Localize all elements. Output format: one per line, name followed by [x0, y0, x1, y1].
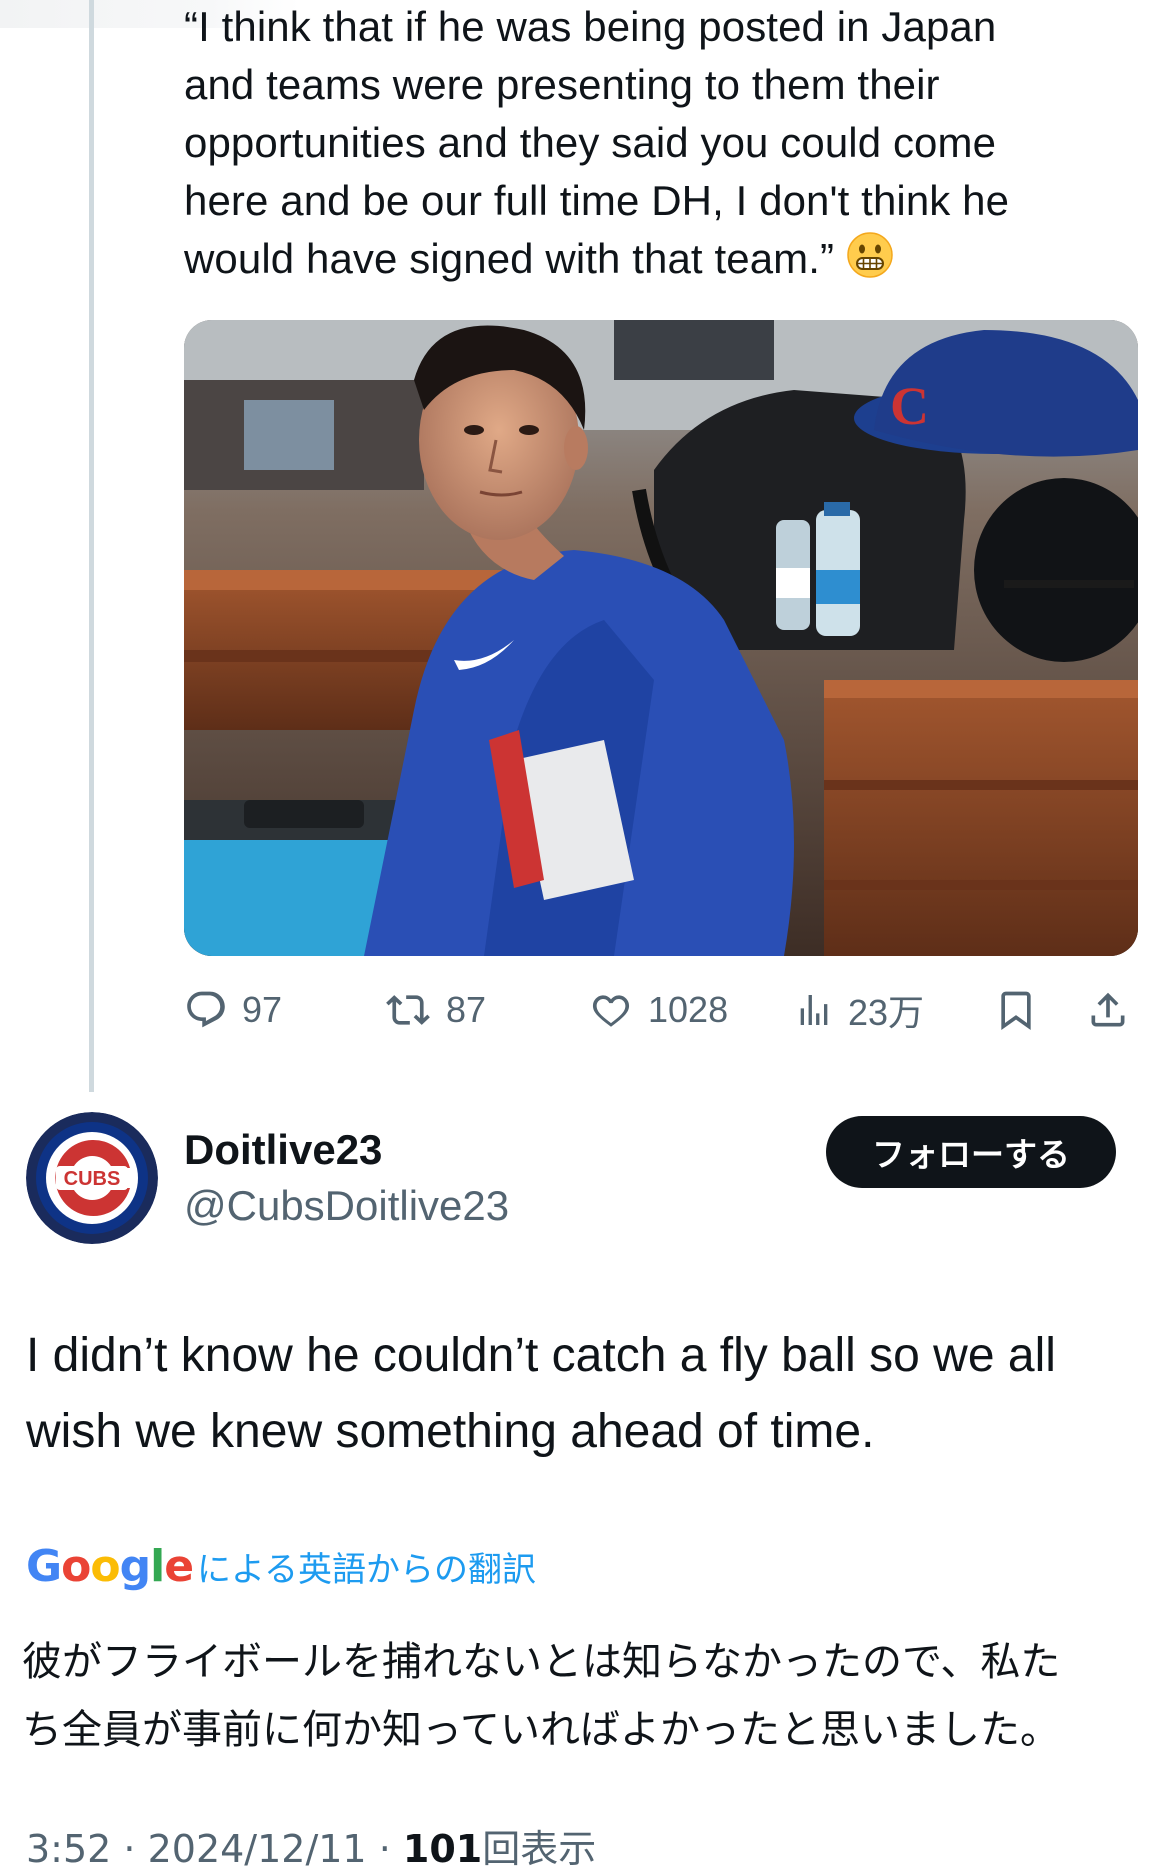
cubs-player-dugout-photo: C — [184, 320, 1138, 956]
tweet-time: 3:52 — [26, 1827, 112, 1871]
views-label: 回表示 — [482, 1827, 597, 1871]
quote-line: opportunities and they said you could co… — [184, 119, 997, 166]
cubs-logo-icon: CUBS — [26, 1112, 158, 1244]
analytics-bars-icon — [800, 995, 828, 1025]
thread-connector-line — [89, 0, 94, 1092]
tweet-action-bar: 97 87 1028 23万 — [184, 980, 1144, 1040]
quote-line: here and be our full time DH, I don't th… — [184, 177, 1010, 224]
avatar-logo-text: CUBS — [64, 1168, 121, 1190]
translation-attribution[interactable]: Google による英語からの翻訳 — [26, 1536, 536, 1596]
reply-button[interactable]: 97 — [184, 980, 282, 1040]
body-line: wish we knew something ahead of time. — [26, 1405, 875, 1458]
user-handle[interactable]: @CubsDoitlive23 — [184, 1182, 509, 1230]
bookmark-icon — [1001, 991, 1031, 1031]
views-total: 101 — [402, 1827, 483, 1871]
tweet-photo[interactable]: C — [184, 320, 1138, 956]
retweet-button[interactable]: 87 — [384, 980, 486, 1040]
tweet-date: 2024/12/11 — [147, 1827, 367, 1871]
body-line: I didn’t know he couldn’t catch a fly ba… — [26, 1329, 1056, 1382]
translated-line: 彼がフライボールを捕れないとは知らなかったので、私た — [22, 1639, 1061, 1685]
translated-line: ち全員が事前に何か知っていればよかったと思いました。 — [22, 1707, 1060, 1753]
share-button[interactable] — [1086, 980, 1144, 1040]
like-button[interactable]: 1028 — [588, 980, 728, 1040]
google-logo: Google — [26, 1540, 194, 1592]
like-count: 1028 — [648, 989, 729, 1030]
views-button[interactable]: 23万 — [794, 980, 924, 1040]
reply-count: 97 — [242, 989, 283, 1030]
grimacing-face-emoji-icon — [846, 231, 894, 294]
translated-text: 彼がフライボールを捕れないとは知らなかったので、私た ち全員が事前に何か知ってい… — [22, 1628, 1152, 1764]
translation-label: による英語からの翻訳 — [197, 1549, 537, 1590]
bookmark-button[interactable] — [994, 980, 1052, 1040]
reply-tweet-text: I didn’t know he couldn’t catch a fly ba… — [26, 1318, 1156, 1470]
quote-line: and teams were presenting to them their — [184, 61, 940, 108]
retweet-icon — [386, 995, 430, 1025]
share-upload-icon — [1091, 992, 1125, 1027]
follow-button[interactable]: フォローする — [826, 1116, 1116, 1188]
quote-line: “I think that if he was being posted in … — [184, 3, 997, 50]
views-count: 23万 — [848, 992, 925, 1033]
display-name[interactable]: Doitlive23 — [184, 1126, 382, 1174]
reply-icon — [187, 991, 225, 1028]
tweet-timestamp-row[interactable]: 3:52 · 2024/12/11 · 101回表示 — [26, 1818, 596, 1873]
previous-tweet-text: “I think that if he was being posted in … — [184, 0, 1144, 294]
quote-line-last: would have signed with that team.” — [184, 230, 1144, 294]
cap-logo-letter: C — [890, 376, 929, 436]
avatar[interactable]: CUBS — [26, 1112, 158, 1244]
heart-icon — [592, 995, 630, 1027]
retweet-count: 87 — [446, 989, 487, 1030]
